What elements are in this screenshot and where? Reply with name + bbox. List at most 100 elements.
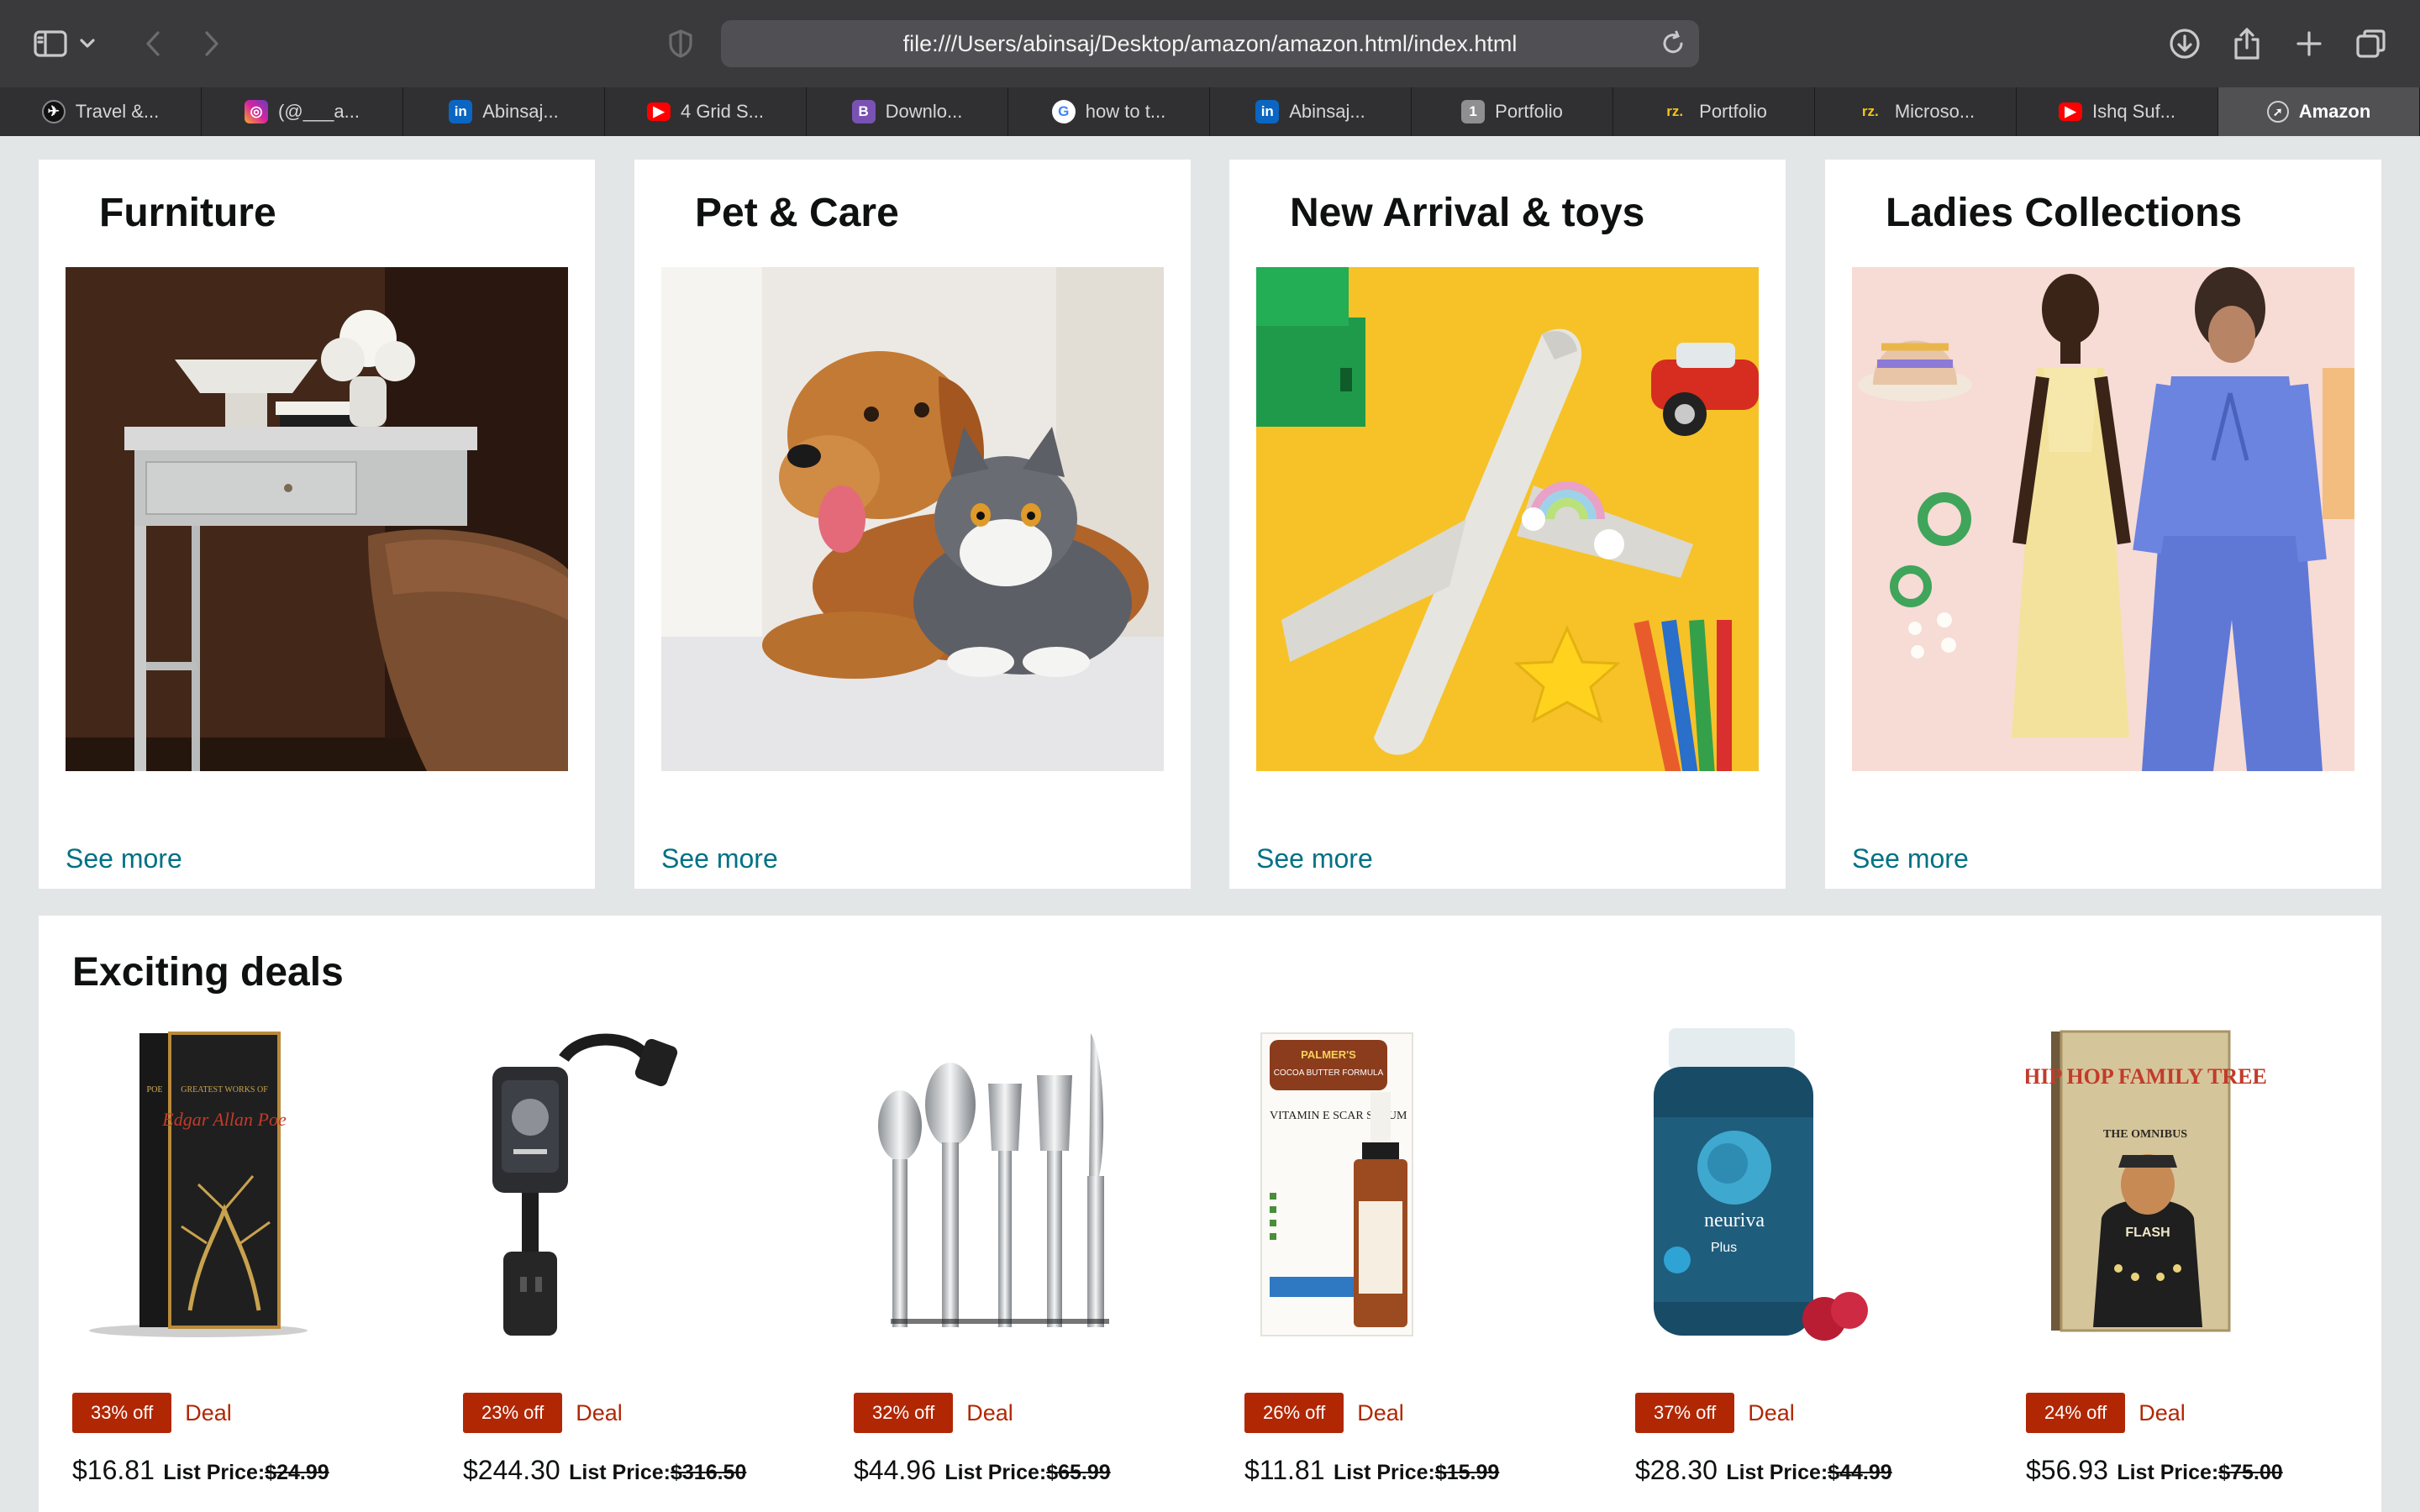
deal-item[interactable]: 32% off Deal $44.96 List Price:$65.99 [854, 1025, 1223, 1512]
new-tab-plus-icon[interactable] [2284, 18, 2334, 69]
book-title-text: Edgar Allan Poe [161, 1109, 287, 1130]
tab-instagram[interactable]: ◎ (@___a... [202, 87, 403, 136]
share-icon[interactable] [2222, 18, 2272, 69]
sidebar-toggle-icon[interactable] [25, 18, 76, 69]
deal-item[interactable]: neuriva Plus 37% off Deal $28.30 List Pr… [1635, 1025, 2005, 1512]
portfolio-1-icon: 1 [1461, 100, 1486, 123]
tab-portfolio-1[interactable]: 1 Portfolio [1412, 87, 1613, 136]
tab-label: Downlo... [885, 101, 963, 122]
hip-hop-family-tree-book-image[interactable]: HIP HOP FAMILY TREE THE OMNIBUS FLASH [2023, 1025, 2396, 1344]
hiphop-sub-text: THE OMNIBUS [2103, 1128, 2187, 1141]
url-text[interactable]: file:///Users/abinsaj/Desktop/amazon/ama… [721, 20, 1649, 67]
tab-label: (@___a... [278, 101, 360, 122]
page-content: Furniture See more Pet & Care See more N… [0, 136, 2420, 1512]
back-arrow-icon[interactable] [128, 18, 178, 69]
see-more-link[interactable]: See more [661, 843, 778, 874]
tab-microsoft[interactable]: rz. Microso... [1815, 87, 2017, 136]
browser-toolbar: file:///Users/abinsaj/Desktop/amazon/ama… [0, 0, 2420, 87]
chevron-down-icon[interactable] [71, 18, 104, 69]
tab-youtube-ishq[interactable]: ▶ Ishq Suf... [2017, 87, 2218, 136]
tab-label: Ishq Suf... [2091, 101, 2176, 122]
linkedin-icon: in [449, 100, 473, 123]
serum-brand-text: PALMER'S [1301, 1048, 1356, 1061]
deal-item[interactable]: POE GREATEST WORKS OF Edgar Allan Poe 33… [72, 1025, 442, 1512]
toys-image[interactable] [1256, 267, 1759, 771]
card-title: Ladies Collections [1886, 191, 2243, 235]
tab-label: Microso... [1894, 101, 1975, 122]
card-title: New Arrival & toys [1290, 191, 1645, 235]
flatware-set-image[interactable] [854, 1025, 1223, 1344]
list-price-value: $75.00 [2218, 1461, 2283, 1484]
list-price-label: List Price: [163, 1461, 266, 1484]
discount-badge: 23% off [463, 1393, 563, 1433]
see-more-link[interactable]: See more [66, 843, 182, 874]
tab-linkedin-2[interactable]: in Abinsaj... [1210, 87, 1412, 136]
linkedin-icon: in [1255, 100, 1280, 123]
privacy-shield-icon[interactable] [655, 18, 706, 69]
exciting-deals-section: Exciting deals POE GREATEST WORKS OF Edg… [39, 916, 2381, 1512]
deal-price: $44.96 [854, 1455, 936, 1485]
category-card-furniture: Furniture See more [39, 160, 595, 889]
deal-price: $28.30 [1635, 1455, 1718, 1485]
discount-badge: 37% off [1635, 1393, 1735, 1433]
download-icon[interactable] [2160, 18, 2210, 69]
tab-amazon[interactable]: ➚ Amazon [2218, 87, 2420, 136]
serum-line-text: COCOA BUTTER FORMULA [1274, 1068, 1384, 1078]
dog-and-cat-image[interactable] [661, 267, 1164, 771]
tab-travel[interactable]: ✈ Travel &... [0, 87, 202, 136]
forward-arrow-icon[interactable] [187, 18, 237, 69]
section-title: Exciting deals [72, 950, 344, 995]
deal-price: $56.93 [2026, 1455, 2108, 1485]
tab-label: Portfolio [1699, 101, 1767, 122]
discount-badge: 32% off [854, 1393, 954, 1433]
scar-serum-image[interactable]: PALMER'S COCOA BUTTER FORMULA VITAMIN E … [1244, 1025, 1614, 1344]
rz-icon: rz. [1666, 103, 1684, 119]
deal-label: Deal [1748, 1399, 1795, 1425]
youtube-icon: ▶ [2058, 102, 2082, 121]
edgar-allan-poe-book-image[interactable]: POE GREATEST WORKS OF Edgar Allan Poe [72, 1025, 442, 1344]
discount-badge: 33% off [72, 1393, 172, 1433]
book-series-text: GREATEST WORKS OF [181, 1085, 268, 1095]
tab-label: 4 Grid S... [680, 101, 765, 122]
travel-site-icon: ✈ [41, 100, 66, 123]
list-price-label: List Price: [2117, 1461, 2219, 1484]
see-more-link[interactable]: See more [1852, 843, 1969, 874]
deal-label: Deal [966, 1399, 1013, 1425]
furniture-desk-image[interactable] [66, 267, 568, 771]
list-price-label: List Price: [1726, 1461, 1828, 1484]
deal-label: Deal [2139, 1399, 2186, 1425]
list-price-label: List Price: [569, 1461, 671, 1484]
tab-label: Abinsaj... [482, 101, 559, 122]
tab-strip: ✈ Travel &... ◎ (@___a... in Abinsaj... … [0, 87, 2420, 136]
tab-portfolio-rz[interactable]: rz. Portfolio [1613, 87, 1815, 136]
book-spine-text: POE [147, 1085, 163, 1095]
surge-protector-image[interactable] [463, 1025, 833, 1344]
tab-label: Portfolio [1495, 101, 1563, 122]
tab-google[interactable]: G how to t... [1008, 87, 1210, 136]
tab-youtube-grid[interactable]: ▶ 4 Grid S... [605, 87, 807, 136]
deal-item[interactable]: HIP HOP FAMILY TREE THE OMNIBUS FLASH 24… [2023, 1025, 2396, 1512]
deal-label: Deal [1357, 1399, 1404, 1425]
reload-icon[interactable] [1659, 29, 1687, 58]
card-title: Pet & Care [695, 191, 899, 235]
tab-label: Travel &... [75, 101, 160, 122]
see-more-link[interactable]: See more [1256, 843, 1373, 874]
category-card-toys: New Arrival & toys See more [1229, 160, 1786, 889]
tab-label: Amazon [2298, 101, 2371, 122]
deal-price: $16.81 [72, 1455, 155, 1485]
deal-item[interactable]: PALMER'S COCOA BUTTER FORMULA VITAMIN E … [1244, 1025, 1614, 1512]
tab-label: Abinsaj... [1289, 101, 1365, 122]
instagram-icon: ◎ [245, 100, 269, 123]
list-price-value: $15.99 [1434, 1461, 1500, 1484]
google-icon: G [1051, 100, 1076, 123]
address-bar[interactable]: file:///Users/abinsaj/Desktop/amazon/ama… [721, 20, 1699, 67]
deal-item[interactable]: 23% off Deal $244.30 List Price:$316.50 [463, 1025, 833, 1512]
list-price-value: $316.50 [671, 1461, 747, 1484]
ladies-fashion-image[interactable] [1852, 267, 2354, 771]
deal-price: $244.30 [463, 1455, 560, 1485]
tab-overview-icon[interactable] [2346, 18, 2396, 69]
neuriva-supplement-image[interactable]: neuriva Plus [1635, 1025, 2005, 1344]
tab-linkedin[interactable]: in Abinsaj... [403, 87, 605, 136]
tab-bootstrap[interactable]: B Downlo... [807, 87, 1008, 136]
discount-badge: 24% off [2026, 1393, 2126, 1433]
